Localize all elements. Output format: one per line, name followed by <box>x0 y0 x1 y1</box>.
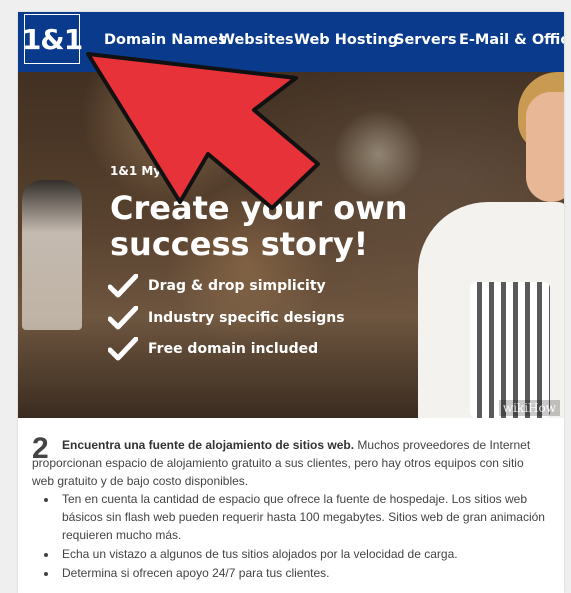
step-bullets: Ten en cuenta la cantidad de espacio que… <box>44 490 558 583</box>
step-description: Encuentra una fuente de alojamiento de s… <box>32 436 542 490</box>
list-item: Echa un vistazo a algunos de tus sitios … <box>58 545 558 563</box>
wikihow-watermark: wikiHow <box>498 400 560 416</box>
step-illustration: 1&1 Domain Names Websites Web Hosting Se… <box>18 12 564 418</box>
list-item: Ten en cuenta la cantidad de espacio que… <box>58 490 558 544</box>
red-pointer-arrow-icon <box>86 52 320 210</box>
step-title: Encuentra una fuente de alojamiento de s… <box>62 438 355 452</box>
list-item: Determina si ofrecen apoyo 24/7 para tus… <box>58 564 558 582</box>
article-step-card: 1&1 Domain Names Websites Web Hosting Se… <box>18 12 564 593</box>
